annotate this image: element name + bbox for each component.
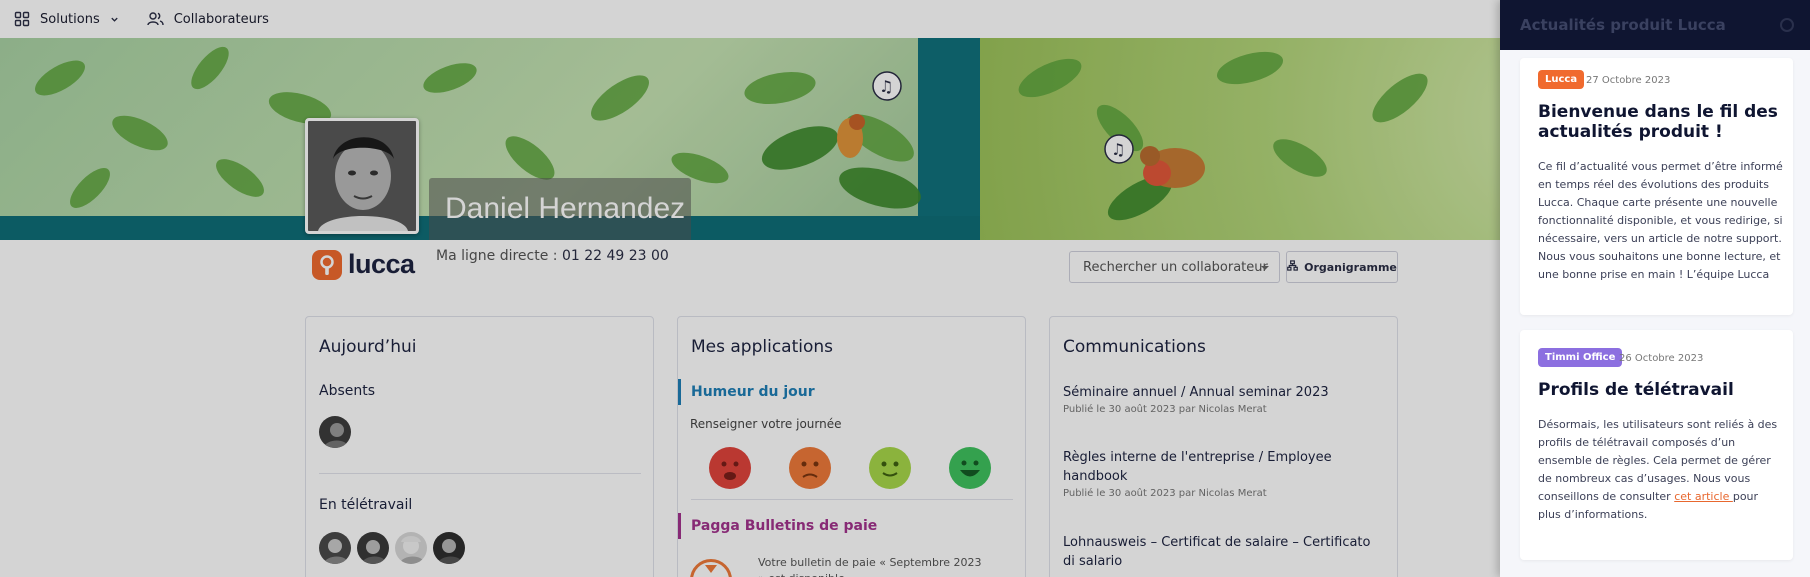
collaborators-link[interactable]: Collaborateurs <box>147 11 269 27</box>
direct-line-number[interactable]: 01 22 49 23 00 <box>562 248 669 264</box>
search-collaborator-select[interactable]: Rechercher un collaborateur <box>1069 251 1280 283</box>
solutions-label: Solutions <box>40 11 100 27</box>
applications-title: Mes applications <box>691 337 834 357</box>
orgchart-label: Organigramme <box>1304 260 1397 274</box>
news-body: Ce fil d’actualité vous permet d’être in… <box>1538 160 1783 281</box>
lucca-logo-text: lucca <box>348 249 415 279</box>
profile-name: Daniel Hernandez <box>445 192 686 225</box>
collaborators-label: Collaborateurs <box>173 11 269 27</box>
today-title: Aujourd’hui <box>319 337 417 357</box>
communication-title: Règles interne de l'entreprise / Employe… <box>1063 450 1332 484</box>
news-title: Profils de télétravail <box>1538 380 1734 400</box>
avatar[interactable] <box>319 416 351 448</box>
direct-line: Ma ligne directe : 01 22 49 23 00 <box>436 248 669 264</box>
orgchart-button[interactable]: Organigramme <box>1286 251 1398 283</box>
mood-very-good-button[interactable] <box>949 447 991 489</box>
communications-title: Communications <box>1063 337 1206 357</box>
payslips-app-title[interactable]: Pagga Bulletins de paie <box>678 513 877 539</box>
chevron-down-icon <box>110 15 119 24</box>
product-news-panel: Actualités produit Lucca Lucca 27 Octobr… <box>1500 0 1810 577</box>
absent-label: Absents <box>319 383 376 399</box>
news-date: 26 Octobre 2023 <box>1619 353 1704 364</box>
caret-down-icon <box>1261 266 1269 270</box>
svg-text:♫: ♫ <box>1111 140 1125 159</box>
smile-face-icon <box>881 461 899 477</box>
communication-title: Séminaire annuel / Annual seminar 2023 <box>1063 385 1329 400</box>
avatar[interactable] <box>357 532 389 564</box>
avatar[interactable] <box>319 532 351 564</box>
panel-title: Actualités produit Lucca <box>1520 16 1726 34</box>
communication-item[interactable]: Lohnausweis – Certificat de salaire – Ce… <box>1063 533 1383 571</box>
mood-prompt: Renseigner votre journée <box>690 417 842 431</box>
applications-card: Mes applications Humeur du jour Renseign… <box>677 316 1026 577</box>
mood-bad-button[interactable] <box>789 447 831 489</box>
users-icon <box>147 11 164 27</box>
news-tag: Timmi Office <box>1538 348 1623 367</box>
grin-face-icon <box>960 460 980 477</box>
lucca-logo-mark <box>312 249 342 280</box>
news-article-link[interactable]: cet article <box>1674 490 1733 503</box>
avatar[interactable] <box>433 532 465 564</box>
communication-title: Lohnausweis – Certificat de salaire – Ce… <box>1063 535 1371 569</box>
news-tag: Lucca <box>1538 70 1585 89</box>
direct-line-label: Ma ligne directe : <box>436 248 558 264</box>
panel-header: Actualités produit Lucca <box>1500 0 1810 50</box>
remote-label: En télétravail <box>319 497 413 513</box>
sitemap-icon <box>1287 260 1298 274</box>
mood-good-button[interactable] <box>869 447 911 489</box>
profile-avatar[interactable] <box>305 118 419 234</box>
payslip-icon <box>690 559 732 577</box>
communication-meta: Publié le 30 août 2023 par Nicolas Merat <box>1063 404 1267 415</box>
search-collaborator-placeholder: Rechercher un collaborateur <box>1083 259 1268 275</box>
communication-meta: Publié le 30 août 2023 par Nicolas Merat <box>1063 488 1267 499</box>
communications-card: Communications Séminaire annuel / Annual… <box>1049 316 1398 577</box>
news-body: Désormais, les utilisateurs sont reliés … <box>1538 416 1783 524</box>
news-card: Timmi Office 26 Octobre 2023 Profils de … <box>1520 330 1793 560</box>
mood-very-bad-button[interactable] <box>709 447 751 489</box>
payslip-message: Votre bulletin de paie « Septembre 2023 … <box>758 556 982 577</box>
mood-app-title[interactable]: Humeur du jour <box>678 379 815 405</box>
sad-face-icon <box>721 461 739 480</box>
solutions-menu[interactable]: Solutions <box>14 11 119 27</box>
profile-name-box: Daniel Hernandez <box>429 178 691 240</box>
lucca-logo[interactable]: lucca <box>312 249 415 280</box>
communication-item[interactable]: Séminaire annuel / Annual seminar 2023 P… <box>1063 383 1383 415</box>
divider <box>319 473 641 474</box>
avatar[interactable] <box>395 532 427 564</box>
news-date: 27 Octobre 2023 <box>1586 75 1671 86</box>
grid-apps-icon <box>14 11 30 27</box>
svg-text:♫: ♫ <box>879 77 893 96</box>
news-title: Bienvenue dans le fil des actualités pro… <box>1538 102 1778 142</box>
frown-face-icon <box>801 461 819 478</box>
news-card: Lucca 27 Octobre 2023 Bienvenue dans le … <box>1520 58 1793 315</box>
close-icon[interactable] <box>1780 18 1794 32</box>
today-card: Aujourd’hui Absents En télétravail <box>305 316 654 577</box>
divider <box>691 499 1013 500</box>
communication-item[interactable]: Règles interne de l'entreprise / Employe… <box>1063 448 1383 499</box>
